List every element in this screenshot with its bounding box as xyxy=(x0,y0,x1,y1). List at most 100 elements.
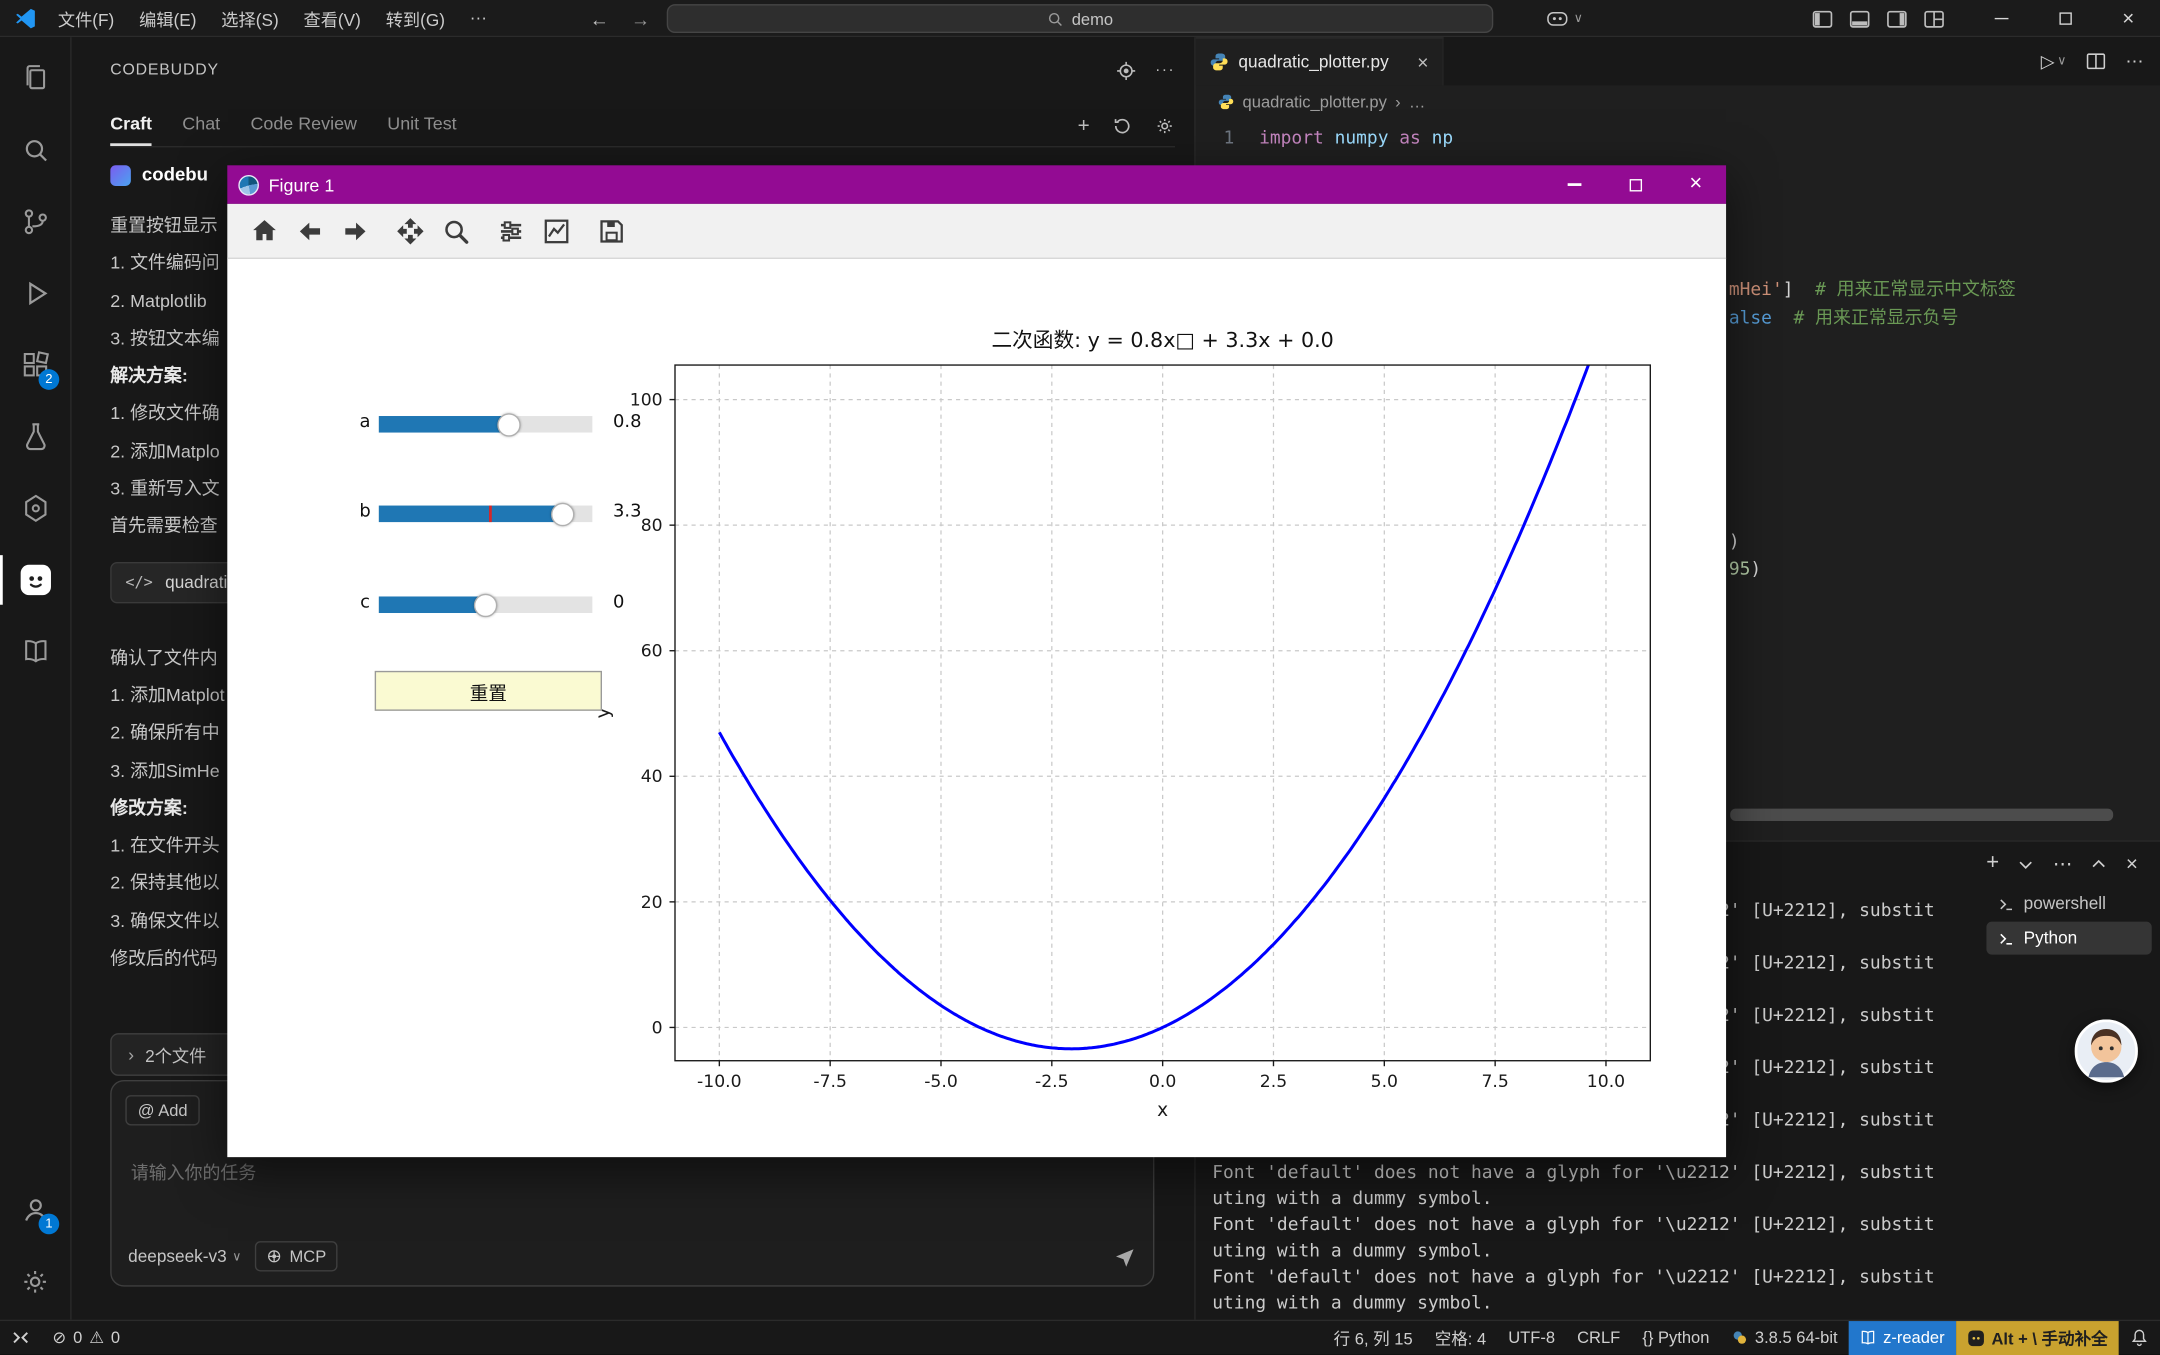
sidebar-item-run-debug[interactable] xyxy=(0,258,70,330)
copilot-button[interactable]: ∨ xyxy=(1546,7,1583,30)
problems-indicator[interactable]: ⊘0 ⚠0 xyxy=(41,1320,131,1354)
panel-close-icon[interactable]: × xyxy=(2126,852,2138,875)
save-icon[interactable] xyxy=(591,210,632,251)
copilot-icon xyxy=(1546,7,1569,30)
editor-tab-bar: quadratic_plotter.py × ▷∨ ⋯ xyxy=(1196,37,2160,85)
slider-track[interactable] xyxy=(379,506,593,523)
terminal-tab-powershell[interactable]: powershell xyxy=(1986,887,2151,920)
menu-item-4[interactable]: 转到(G) xyxy=(373,0,457,36)
slider-track[interactable] xyxy=(379,416,593,433)
svg-text:-2.5: -2.5 xyxy=(1035,1072,1069,1092)
hexagon-plugin-icon xyxy=(19,492,52,525)
menu-item-0[interactable]: 文件(F) xyxy=(45,0,126,36)
activity-bar: 2 1 xyxy=(0,37,72,1320)
tab-code-review[interactable]: Code Review xyxy=(250,113,357,146)
tab-craft[interactable]: Craft xyxy=(110,113,152,146)
send-icon xyxy=(1113,1245,1136,1268)
toggle-secondary-sidebar-icon[interactable] xyxy=(1886,8,1908,30)
slider-handle[interactable] xyxy=(551,502,574,525)
figure-minimize-button[interactable] xyxy=(1544,165,1605,204)
tab-unit-test[interactable]: Unit Test xyxy=(387,113,456,146)
svg-text:7.5: 7.5 xyxy=(1481,1072,1508,1092)
slider-handle[interactable] xyxy=(474,593,497,616)
editor-scrollbar[interactable] xyxy=(1730,809,2113,821)
figure-maximize-button[interactable] xyxy=(1605,165,1666,204)
menu-item-1[interactable]: 编辑(E) xyxy=(127,0,209,36)
home-icon[interactable] xyxy=(244,210,285,251)
target-icon[interactable] xyxy=(1115,60,1136,81)
more-actions-icon[interactable]: ··· xyxy=(1155,62,1175,79)
language-mode[interactable]: {} Python xyxy=(1631,1320,1720,1354)
split-editor-icon[interactable] xyxy=(2086,51,2107,72)
terminal-line: uting with a dummy symbol. xyxy=(1212,1291,1934,1317)
sidebar-item-testing[interactable] xyxy=(0,401,70,473)
sidebar-item-codebuddy[interactable] xyxy=(0,544,70,616)
forward-icon[interactable] xyxy=(335,210,376,251)
model-selector[interactable]: deepseek-v3 ∨ xyxy=(128,1247,241,1266)
sidebar-item-explorer[interactable] xyxy=(0,43,70,115)
notifications-bell[interactable] xyxy=(2119,1320,2160,1354)
cursor-position[interactable]: 行 6, 列 15 xyxy=(1323,1320,1424,1354)
menu-item-5[interactable]: ··· xyxy=(457,0,499,36)
zoom-icon[interactable] xyxy=(435,210,476,251)
remote-indicator[interactable] xyxy=(0,1320,41,1354)
panel-maximize-icon[interactable] xyxy=(2090,855,2108,873)
new-terminal-icon[interactable]: + xyxy=(1986,851,1999,876)
menu-item-3[interactable]: 查看(V) xyxy=(291,0,373,36)
toggle-sidebar-icon[interactable] xyxy=(1811,8,1833,30)
mcp-button[interactable]: MCP xyxy=(255,1241,337,1271)
run-button[interactable]: ▷∨ xyxy=(2041,50,2067,72)
sidebar-item-extensions[interactable]: 2 xyxy=(0,329,70,401)
history-icon[interactable] xyxy=(1112,116,1133,137)
sidebar-item-reader[interactable] xyxy=(0,616,70,688)
matplotlib-logo-icon xyxy=(238,174,259,195)
configure-subplots-icon[interactable] xyxy=(490,210,531,251)
code-area[interactable]: 1 import numpy as np xyxy=(1196,118,2160,152)
back-icon[interactable] xyxy=(289,210,330,251)
window-minimize-button[interactable] xyxy=(1970,0,2033,37)
chevron-down-icon: ∨ xyxy=(2057,54,2066,69)
command-center-search[interactable]: demo xyxy=(667,4,1494,33)
menu-item-2[interactable]: 选择(S) xyxy=(209,0,291,36)
window-maximize-button[interactable] xyxy=(2033,0,2096,37)
terminal-dropdown-icon[interactable] xyxy=(2017,855,2035,873)
terminal-tab-python[interactable]: Python xyxy=(1986,922,2151,955)
indentation[interactable]: 空格: 4 xyxy=(1424,1320,1497,1354)
toggle-panel-icon[interactable] xyxy=(1849,8,1871,30)
add-context-chip[interactable]: @ Add xyxy=(125,1095,200,1125)
settings-button[interactable] xyxy=(0,1245,70,1317)
breadcrumb[interactable]: quadratic_plotter.py › … xyxy=(1196,85,2160,118)
figure-title-bar[interactable]: Figure 1 × xyxy=(227,165,1726,204)
figure-close-button[interactable]: × xyxy=(1665,165,1726,204)
python-interpreter[interactable]: 3.8.5 64-bit xyxy=(1720,1320,1848,1354)
figure-window[interactable]: Figure 1 × -10.0-7.5-5.0-2.50.02.55.07.5… xyxy=(227,165,1726,1157)
send-button[interactable] xyxy=(1113,1245,1136,1268)
pan-icon[interactable] xyxy=(390,210,431,251)
assistant-avatar[interactable] xyxy=(2075,1019,2138,1082)
nav-back-icon[interactable]: ← xyxy=(590,8,609,30)
more-actions-icon[interactable]: ⋯ xyxy=(2126,50,2144,72)
sidebar-item-source-control[interactable] xyxy=(0,186,70,258)
nav-forward-icon[interactable]: → xyxy=(631,8,650,30)
new-chat-icon[interactable]: + xyxy=(1078,114,1090,137)
eol-sequence[interactable]: CRLF xyxy=(1566,1320,1631,1354)
tab-quadratic-plotter[interactable]: quadratic_plotter.py × xyxy=(1196,37,1444,85)
window-close-button[interactable]: × xyxy=(2097,0,2160,37)
panel-more-icon[interactable]: ⋯ xyxy=(2053,852,2072,875)
tab-chat[interactable]: Chat xyxy=(182,113,220,146)
settings-gear-icon[interactable] xyxy=(1154,116,1175,137)
sidebar-item-plugin[interactable] xyxy=(0,472,70,544)
completion-toggle[interactable]: Alt + \ 手动补全 xyxy=(1956,1320,2119,1354)
gear-icon xyxy=(19,1265,51,1297)
slider-track[interactable] xyxy=(379,596,593,613)
slider-label: c xyxy=(354,592,376,613)
edit-axes-icon[interactable] xyxy=(536,210,577,251)
zreader-status[interactable]: z-reader xyxy=(1849,1320,1956,1354)
account-button[interactable]: 1 xyxy=(0,1174,70,1246)
reset-button[interactable]: 重置 xyxy=(375,671,602,711)
customize-layout-icon[interactable] xyxy=(1923,8,1945,30)
sidebar-item-search[interactable] xyxy=(0,114,70,186)
encoding[interactable]: UTF-8 xyxy=(1497,1320,1566,1354)
tab-close-icon[interactable]: × xyxy=(1417,51,1428,73)
slider-handle[interactable] xyxy=(497,413,520,436)
